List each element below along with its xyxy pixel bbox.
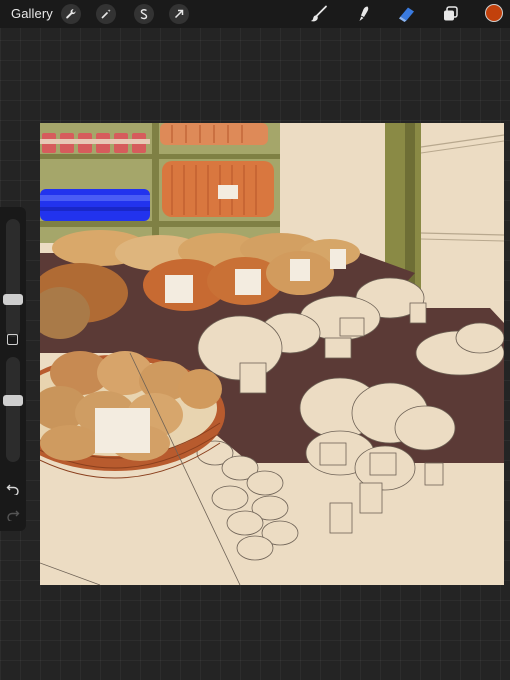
- layers-icon[interactable]: [440, 4, 462, 24]
- blue-jars: [40, 189, 150, 221]
- magic-wand-icon[interactable]: [96, 4, 116, 24]
- left-sidebar: [0, 207, 26, 531]
- smudge-icon[interactable]: [352, 4, 374, 24]
- shelf-loaves: [160, 123, 274, 217]
- undo-icon[interactable]: [5, 482, 21, 496]
- opacity-slider[interactable]: [6, 357, 20, 462]
- transform-arrow-icon[interactable]: [169, 4, 189, 24]
- bakery-artwork: [40, 123, 504, 585]
- wrench-icon[interactable]: [61, 4, 81, 24]
- color-picker-swatch[interactable]: [485, 4, 503, 22]
- opacity-thumb[interactable]: [3, 394, 23, 406]
- brush-icon[interactable]: [308, 4, 330, 24]
- top-toolbar: Gallery: [0, 0, 510, 28]
- redo-icon[interactable]: [5, 508, 21, 522]
- brush-size-thumb[interactable]: [3, 293, 23, 305]
- brush-size-slider[interactable]: [6, 219, 20, 337]
- eraser-icon[interactable]: [396, 4, 418, 24]
- drawing-canvas[interactable]: [40, 123, 504, 585]
- modify-button[interactable]: [7, 334, 18, 345]
- selection-icon[interactable]: [134, 4, 154, 24]
- gallery-button[interactable]: Gallery: [11, 6, 53, 21]
